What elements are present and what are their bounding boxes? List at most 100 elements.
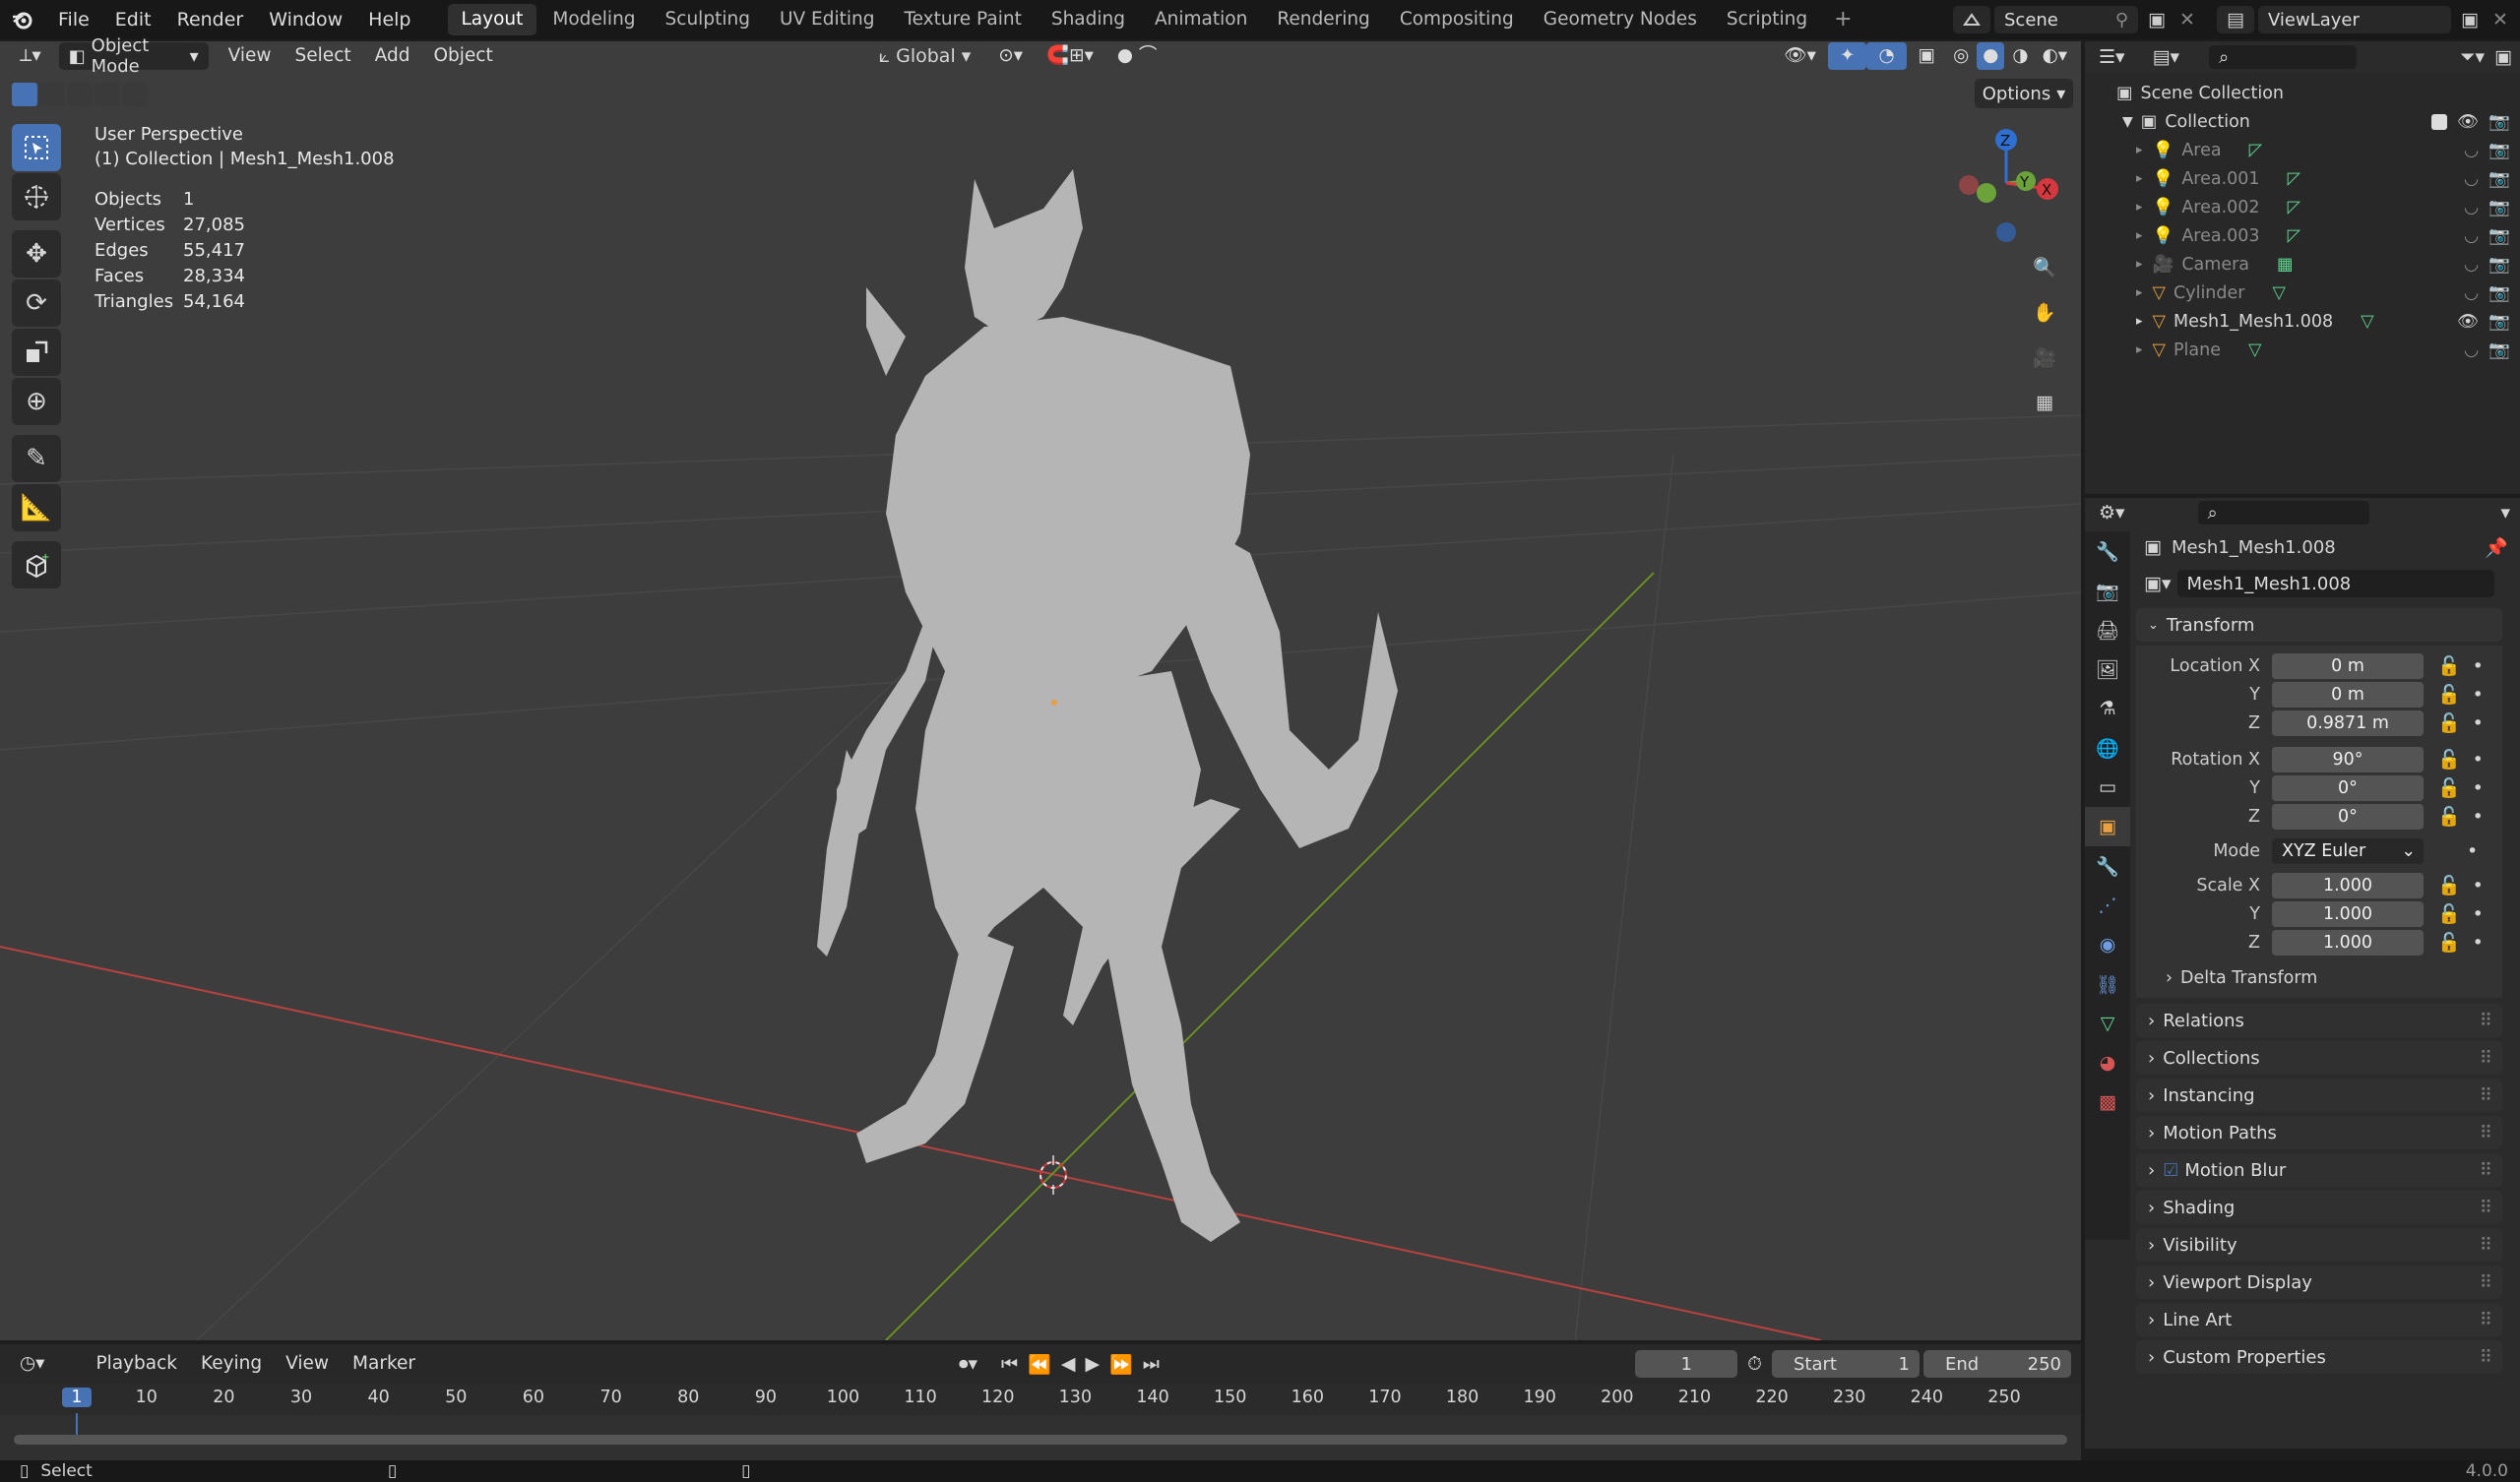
select-intersect-icon[interactable] <box>122 83 148 106</box>
workspace-tab-compositing[interactable]: Compositing <box>1386 4 1528 35</box>
add-cube-tool-icon[interactable]: + <box>12 541 61 588</box>
location-x-field[interactable]: 0 m <box>2272 652 2424 679</box>
lock-icon[interactable]: 🔓 <box>2437 683 2461 706</box>
render-camera-icon[interactable]: 📷 <box>2488 283 2510 303</box>
navigation-gizmo[interactable]: Z Y X <box>1949 124 2067 252</box>
lock-icon[interactable]: 🔓 <box>2437 654 2461 677</box>
rotation-mode-dropdown[interactable]: XYZ Euler ⌄ <box>2272 837 2424 864</box>
outliner-editor-icon[interactable]: ☰▾ <box>2099 46 2125 68</box>
zoom-icon[interactable]: 🔍 <box>2024 246 2065 287</box>
scale-z-field[interactable]: 1.000 <box>2272 929 2424 956</box>
proportional-edit-icon[interactable]: ● ⌒ <box>1105 42 1169 70</box>
lock-icon[interactable]: 🔓 <box>2437 805 2461 828</box>
panel-motion-blur[interactable]: › ☑ Motion Blur ⠿ <box>2136 1153 2502 1187</box>
solid-shading-icon[interactable]: ● <box>1977 42 2005 70</box>
render-camera-icon[interactable]: 📷 <box>2488 169 2510 189</box>
editor-type-icon[interactable]: ⟂▾ <box>8 42 53 70</box>
keyframe-dot-icon[interactable]: • <box>2473 932 2484 954</box>
hidden-eye-icon[interactable]: ◡ <box>2464 198 2479 217</box>
texture-tab-icon[interactable]: ▩ <box>2085 1082 2130 1122</box>
transform-tool-icon[interactable]: ⊕ <box>12 378 61 425</box>
filter-icon[interactable]: ⏷▾ <box>2460 46 2485 68</box>
workspace-tab-shading[interactable]: Shading <box>1038 4 1139 35</box>
disclosure-open-icon[interactable]: ▼ <box>2122 114 2133 130</box>
outliner-item-area-001[interactable]: ▸ 💡 Area.001 ◸ ◡ 📷 <box>2085 164 2520 193</box>
drag-handle-icon[interactable]: ⠿ <box>2480 1123 2492 1143</box>
select-extend-icon[interactable] <box>39 83 65 106</box>
pan-hand-icon[interactable]: ✋ <box>2024 291 2065 333</box>
workspace-tab-sculpting[interactable]: Sculpting <box>652 4 764 35</box>
perspective-grid-icon[interactable]: ▦ <box>2024 382 2065 423</box>
object-data-tab-icon[interactable]: ▽ <box>2085 1004 2130 1043</box>
chevron-right-icon[interactable]: ▸ <box>2136 171 2143 186</box>
chevron-right-icon[interactable]: ▸ <box>2136 314 2143 329</box>
material-tab-icon[interactable]: ◕ <box>2085 1043 2130 1082</box>
stopwatch-icon[interactable]: ⏱ <box>1747 1353 1762 1375</box>
drag-handle-icon[interactable]: ⠿ <box>2480 1048 2492 1069</box>
outliner-item-camera[interactable]: ▸ 🎥 Camera ▦ ◡ 📷 <box>2085 250 2520 278</box>
workspace-tab-animation[interactable]: Animation <box>1141 4 1261 35</box>
outliner-item-cylinder[interactable]: ▸ ▽ Cylinder ▽ ◡ 📷 <box>2085 278 2520 307</box>
pin-icon[interactable]: ⚲ <box>2115 10 2128 31</box>
scene-selector-icon[interactable] <box>1953 6 1990 33</box>
object-tab-icon[interactable]: ▣ <box>2085 807 2130 846</box>
hidden-eye-icon[interactable]: ◡ <box>2464 169 2479 189</box>
world-tab-icon[interactable]: 🌐 <box>2085 728 2130 768</box>
auto-keying-icon[interactable]: ⏺▾ <box>959 1353 977 1375</box>
hidden-eye-icon[interactable]: ◡ <box>2464 255 2479 275</box>
keyframe-dot-icon[interactable]: • <box>2473 684 2484 706</box>
rotate-tool-icon[interactable]: ⟳ <box>12 279 61 327</box>
new-collection-icon[interactable]: ▣ <box>2494 46 2512 68</box>
viewport-menu-add[interactable]: Add <box>363 42 422 70</box>
frame-ruler[interactable]: 1 10 20 30 40 50 60 70 80 90 100 110 120 130 140 150 160… <box>0 1384 2081 1439</box>
drag-handle-icon[interactable]: ⠿ <box>2480 1310 2492 1330</box>
annotate-tool-icon[interactable]: ✎ <box>12 435 61 482</box>
lock-icon[interactable]: 🔓 <box>2437 776 2461 799</box>
lock-icon[interactable]: 🔓 <box>2437 874 2461 896</box>
select-box-tool-icon[interactable] <box>12 124 61 171</box>
properties-options-icon[interactable]: ▾ <box>2500 502 2510 524</box>
timeline-menu-playback[interactable]: Playback <box>84 1350 189 1378</box>
new-scene-icon[interactable]: ▣ <box>2142 6 2172 33</box>
timeline-menu-keying[interactable]: Keying <box>189 1350 274 1378</box>
pin-icon[interactable]: 📌 <box>2485 536 2508 559</box>
properties-editor-icon[interactable]: ⚙▾ <box>2099 502 2125 524</box>
chevron-right-icon[interactable]: ▸ <box>2136 257 2143 272</box>
chevron-right-icon[interactable]: ▸ <box>2136 285 2143 300</box>
light-data-icon[interactable]: ◸ <box>2288 169 2300 189</box>
rotation-x-field[interactable]: 90° <box>2272 746 2424 772</box>
workspace-tab-modeling[interactable]: Modeling <box>538 4 649 35</box>
snap-icon[interactable]: 🧲⊞▾ <box>1035 42 1105 70</box>
panel-custom-properties[interactable]: › Custom Properties ⠿ <box>2136 1340 2502 1374</box>
drag-handle-icon[interactable]: ⠿ <box>2480 1198 2492 1218</box>
timeline-scrollbar[interactable] <box>14 1435 2067 1445</box>
outliner-item-area-003[interactable]: ▸ 💡 Area.003 ◸ ◡ 📷 <box>2085 221 2520 250</box>
camera-data-icon[interactable]: ▦ <box>2277 255 2294 275</box>
xray-toggle-icon[interactable]: ▣ <box>1907 42 1947 70</box>
drag-handle-icon[interactable]: ⠿ <box>2480 1347 2492 1368</box>
collection-row[interactable]: ▼ ▣ Collection 👁 📷 <box>2085 107 2520 136</box>
eye-icon[interactable]: 👁 <box>2457 312 2479 332</box>
drag-handle-icon[interactable]: ⠿ <box>2480 1160 2492 1181</box>
display-mode-icon[interactable]: ▤▾ <box>2153 46 2180 68</box>
mode-selector[interactable]: ◧ Object Mode ▾ <box>58 35 209 77</box>
view-layer-tab-icon[interactable]: 🖼 <box>2085 649 2130 689</box>
motion-blur-checkbox[interactable]: ☑ <box>2163 1160 2178 1181</box>
render-camera-icon[interactable]: 📷 <box>2488 226 2510 246</box>
keyframe-dot-icon[interactable]: • <box>2473 712 2484 734</box>
jump-end-icon[interactable]: ⏭ <box>1143 1353 1160 1375</box>
cursor-tool-icon[interactable] <box>12 173 61 220</box>
panel-shading[interactable]: › Shading ⠿ <box>2136 1191 2502 1224</box>
output-tab-icon[interactable]: 🖨 <box>2085 610 2130 649</box>
keyframe-dot-icon[interactable]: • <box>2473 875 2484 896</box>
wireframe-shading-icon[interactable]: ◎ <box>1947 42 1975 70</box>
collection-tab-icon[interactable]: ▭ <box>2085 768 2130 807</box>
scale-tool-icon[interactable] <box>12 329 61 376</box>
gizmo-toggle-icon[interactable]: ✦ <box>1827 42 1867 70</box>
jump-keyframe-back-icon[interactable]: ⏪ <box>1028 1353 1051 1376</box>
render-camera-icon[interactable]: 📷 <box>2488 141 2510 160</box>
panel-relations[interactable]: › Relations ⠿ <box>2136 1004 2502 1037</box>
view-layer-field[interactable]: ViewLayer <box>2258 6 2451 33</box>
scene-name-field[interactable]: Scene ⚲ <box>1994 6 2138 33</box>
panel-instancing[interactable]: › Instancing ⠿ <box>2136 1079 2502 1112</box>
